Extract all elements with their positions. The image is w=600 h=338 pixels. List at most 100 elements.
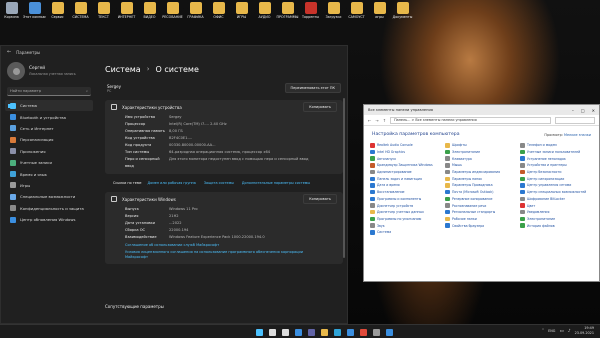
control-panel-item[interactable]: Устранение неполадок xyxy=(520,155,593,162)
taskbar-button[interactable] xyxy=(293,327,303,337)
sidebar-item[interactable]: Система xyxy=(5,100,93,112)
control-panel-item[interactable]: Восстановление xyxy=(370,189,443,196)
taskbar-button[interactable] xyxy=(371,327,381,337)
taskbar-button[interactable] xyxy=(319,327,329,337)
control-panel-item[interactable]: Почта (Microsoft Outlook) xyxy=(445,189,518,196)
desktop-icon[interactable]: ТЕКСТ xyxy=(92,0,115,28)
sidebar-item[interactable]: Учетные записи xyxy=(1,157,97,168)
forward-icon[interactable]: → xyxy=(375,118,378,123)
desktop-icon[interactable]: ИНТЕРНЕТ xyxy=(115,0,138,28)
volume-icon[interactable]: ♪ xyxy=(568,329,571,334)
control-panel-item[interactable]: Параметры папок xyxy=(445,175,518,182)
control-panel-item[interactable]: Мышь xyxy=(445,162,518,169)
desktop-icon[interactable]: АУДИО xyxy=(253,0,276,28)
desktop-icon[interactable]: ГРАФИКА xyxy=(184,0,207,28)
maximize-icon[interactable]: □ xyxy=(581,108,585,113)
control-panel-item[interactable]: Телефон и модем xyxy=(520,142,593,149)
control-panel-item[interactable]: Учетные записи пользователей xyxy=(520,149,593,156)
related-link-advanced[interactable]: Дополнительные параметры системы xyxy=(242,181,310,185)
control-panel-item[interactable]: Intel HD Graphics xyxy=(370,149,443,156)
desktop-icon[interactable]: РЕСОВАНИЕ xyxy=(161,0,184,28)
control-panel-item[interactable]: Уведомления xyxy=(520,209,593,216)
taskbar-button[interactable] xyxy=(384,327,394,337)
view-selector[interactable]: Просмотр: Мелкие значки xyxy=(544,133,591,137)
sidebar-item[interactable]: Центр обновления Windows xyxy=(1,214,97,225)
taskbar-button[interactable] xyxy=(280,327,290,337)
control-panel-item[interactable]: Центр специальных возможностей xyxy=(520,189,593,196)
desktop-icon[interactable]: ОФИС xyxy=(207,0,230,28)
control-panel-item[interactable]: Свойства браузера xyxy=(445,222,518,229)
desktop-icon[interactable]: САМОУСТ xyxy=(345,0,368,28)
control-panel-item[interactable]: Система xyxy=(370,229,443,236)
control-panel-item[interactable]: Звук xyxy=(370,222,443,229)
settings-scrollbar[interactable] xyxy=(343,98,345,258)
minimize-icon[interactable]: – xyxy=(572,108,574,113)
desktop-icon[interactable]: ИГРЫ xyxy=(230,0,253,28)
control-panel-item[interactable]: Параметры Проводника xyxy=(445,182,518,189)
control-panel-item[interactable]: Рабочие папки xyxy=(445,216,518,223)
control-panel-item[interactable]: Шрифты xyxy=(445,142,518,149)
sidebar-item[interactable]: Приложения xyxy=(1,146,97,157)
control-panel-item[interactable]: Дата и время xyxy=(370,182,443,189)
back-arrow-icon[interactable]: ← xyxy=(7,49,11,55)
settings-search-input[interactable]: Найти параметр ⌕ xyxy=(7,87,91,96)
control-panel-item[interactable]: Программы и компоненты xyxy=(370,196,443,203)
control-panel-item[interactable]: Диспетчер устройств xyxy=(370,202,443,209)
control-panel-item[interactable]: Устройства и принтеры xyxy=(520,162,593,169)
taskbar-button[interactable] xyxy=(345,327,355,337)
sidebar-item[interactable]: Bluetooth и устройства xyxy=(1,111,97,122)
control-panel-item[interactable]: Администрирование xyxy=(370,169,443,176)
related-link-domain[interactable]: Домен или рабочая группа xyxy=(147,181,195,185)
rename-pc-button[interactable]: Переименовать этот ПК xyxy=(284,83,341,93)
related-link-protection[interactable]: Защита системы xyxy=(204,181,234,185)
language-indicator[interactable]: ENG xyxy=(548,329,555,333)
desktop-icon[interactable]: Корзина xyxy=(0,0,23,28)
sidebar-item[interactable]: Игры xyxy=(1,180,97,191)
control-panel-item[interactable]: Диспетчер учетных данных xyxy=(370,209,443,216)
chevron-up-icon[interactable]: ˄ xyxy=(542,329,544,334)
control-panel-item[interactable]: Параметры индексирования xyxy=(445,169,518,176)
address-field[interactable]: Панель... > Все элементы панели управлен… xyxy=(390,116,551,124)
taskbar-button[interactable] xyxy=(267,327,277,337)
control-panel-item[interactable]: Центр безопасности xyxy=(520,169,593,176)
windows-specs-header[interactable]: Характеристики Windows Копировать xyxy=(105,192,343,206)
desktop-icon[interactable]: Торренты xyxy=(299,0,322,28)
desktop-icon[interactable]: СИСТЕМА xyxy=(69,0,92,28)
taskbar-button[interactable] xyxy=(358,327,368,337)
desktop-icon[interactable]: Загрузки xyxy=(322,0,345,28)
control-panel-search-input[interactable] xyxy=(555,116,595,124)
sidebar-item[interactable]: Время и язык xyxy=(1,168,97,179)
sidebar-item[interactable]: Специальные возможности xyxy=(1,191,97,202)
license-terms-link[interactable]: Условия лицензионного соглашения на испо… xyxy=(105,248,343,260)
control-panel-item[interactable]: История файлов xyxy=(520,222,593,229)
desktop-icon[interactable]: ПРОГРАММЫ xyxy=(276,0,299,28)
close-icon[interactable]: ✕ xyxy=(592,108,595,113)
sidebar-item[interactable]: Сеть и Интернет xyxy=(1,123,97,134)
breadcrumb-root[interactable]: Система xyxy=(105,65,141,74)
network-icon[interactable]: ▭ xyxy=(559,329,563,334)
control-panel-item[interactable]: Автозапуск xyxy=(370,155,443,162)
control-panel-item[interactable]: Электропитание xyxy=(445,149,518,156)
sidebar-item[interactable]: Конфиденциальность и защита xyxy=(1,203,97,214)
services-agreement-link[interactable]: Соглашение об использовании служб Майкро… xyxy=(105,241,343,248)
clock[interactable]: 19:49 23.09.2021 xyxy=(575,326,594,336)
desktop-icon[interactable]: Документы xyxy=(391,0,414,28)
control-panel-item[interactable]: Распознавание речи xyxy=(445,202,518,209)
control-panel-item[interactable]: Шифрование BitLocker xyxy=(520,196,593,203)
device-specs-header[interactable]: Характеристики устройства Копировать xyxy=(105,100,343,114)
control-panel-item[interactable]: Цвет xyxy=(520,202,593,209)
taskbar-button[interactable] xyxy=(306,327,316,337)
copy-device-specs-button[interactable]: Копировать xyxy=(303,102,337,112)
control-panel-item[interactable]: Центр управления сетями xyxy=(520,182,593,189)
control-panel-item[interactable]: Клавиатура xyxy=(445,155,518,162)
control-panel-item[interactable]: Realtek Audio Console xyxy=(370,142,443,149)
back-icon[interactable]: ← xyxy=(368,118,371,123)
control-panel-item[interactable]: Брандмауэр Защитника Windows xyxy=(370,162,443,169)
desktop-icon[interactable]: Сервис xyxy=(46,0,69,28)
sidebar-item[interactable]: Персонализация xyxy=(1,134,97,145)
taskbar-button[interactable] xyxy=(332,327,342,337)
desktop-icon[interactable]: игры xyxy=(368,0,391,28)
copy-windows-specs-button[interactable]: Копировать xyxy=(303,194,337,204)
desktop-icon[interactable]: ВИДЕО xyxy=(138,0,161,28)
control-panel-item[interactable]: Панель задач и навигация xyxy=(370,175,443,182)
